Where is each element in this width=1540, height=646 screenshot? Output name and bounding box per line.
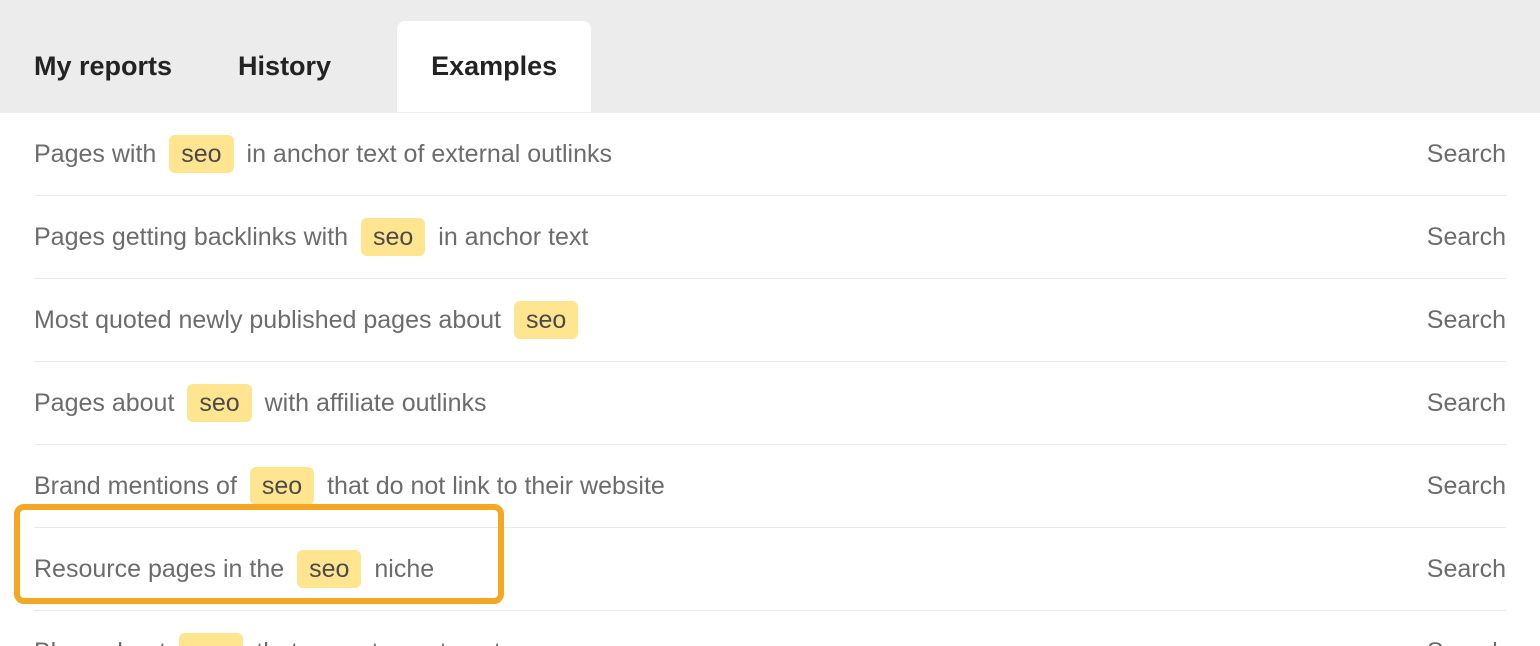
example-row[interactable]: Blogs about seo that accept guest posts …	[34, 611, 1506, 646]
text-segment: Resource pages in the	[34, 555, 291, 584]
text-segment: in anchor text	[431, 223, 588, 252]
text-segment: Pages getting backlinks with	[34, 223, 355, 252]
text-segment: with affiliate outlinks	[258, 389, 487, 418]
search-link[interactable]: Search	[1427, 140, 1506, 169]
keyword-tag: seo	[361, 218, 425, 256]
search-link[interactable]: Search	[1427, 223, 1506, 252]
example-row[interactable]: Pages with seo in anchor text of externa…	[34, 113, 1506, 196]
example-row[interactable]: Brand mentions of seo that do not link t…	[34, 445, 1506, 528]
example-description: Pages with seo in anchor text of externa…	[34, 135, 612, 173]
example-description: Brand mentions of seo that do not link t…	[34, 467, 665, 505]
keyword-tag: seo	[179, 633, 243, 646]
examples-list: Pages with seo in anchor text of externa…	[0, 113, 1540, 646]
example-description: Pages about seo with affiliate outlinks	[34, 384, 486, 422]
search-link[interactable]: Search	[1427, 472, 1506, 501]
text-segment: Blogs about	[34, 638, 173, 646]
search-link[interactable]: Search	[1427, 389, 1506, 418]
example-description: Blogs about seo that accept guest posts	[34, 633, 513, 646]
keyword-tag: seo	[187, 384, 251, 422]
text-segment: that do not link to their website	[320, 472, 665, 501]
keyword-tag: seo	[514, 301, 578, 339]
tab-bar: My reports History Examples	[0, 0, 1540, 113]
text-segment: niche	[367, 555, 434, 584]
tab-my-reports[interactable]: My reports	[34, 21, 204, 112]
tab-history[interactable]: History	[238, 21, 363, 112]
tab-examples[interactable]: Examples	[397, 21, 591, 112]
example-row[interactable]: Most quoted newly published pages about …	[34, 279, 1506, 362]
search-link[interactable]: Search	[1427, 306, 1506, 335]
text-segment: that accept guest posts	[249, 638, 513, 646]
keyword-tag: seo	[250, 467, 314, 505]
example-description: Pages getting backlinks with seo in anch…	[34, 218, 588, 256]
example-row[interactable]: Resource pages in the seo niche Search	[34, 528, 1506, 611]
example-row[interactable]: Pages getting backlinks with seo in anch…	[34, 196, 1506, 279]
text-segment: Brand mentions of	[34, 472, 244, 501]
text-segment: in anchor text of external outlinks	[240, 140, 612, 169]
search-link[interactable]: Search	[1427, 555, 1506, 584]
keyword-tag: seo	[297, 550, 361, 588]
text-segment: Most quoted newly published pages about	[34, 306, 508, 335]
text-segment: Pages about	[34, 389, 181, 418]
example-row[interactable]: Pages about seo with affiliate outlinks …	[34, 362, 1506, 445]
keyword-tag: seo	[169, 135, 233, 173]
search-link[interactable]: Search	[1427, 638, 1506, 646]
text-segment: Pages with	[34, 140, 163, 169]
example-description: Most quoted newly published pages about …	[34, 301, 584, 339]
example-description: Resource pages in the seo niche	[34, 550, 434, 588]
